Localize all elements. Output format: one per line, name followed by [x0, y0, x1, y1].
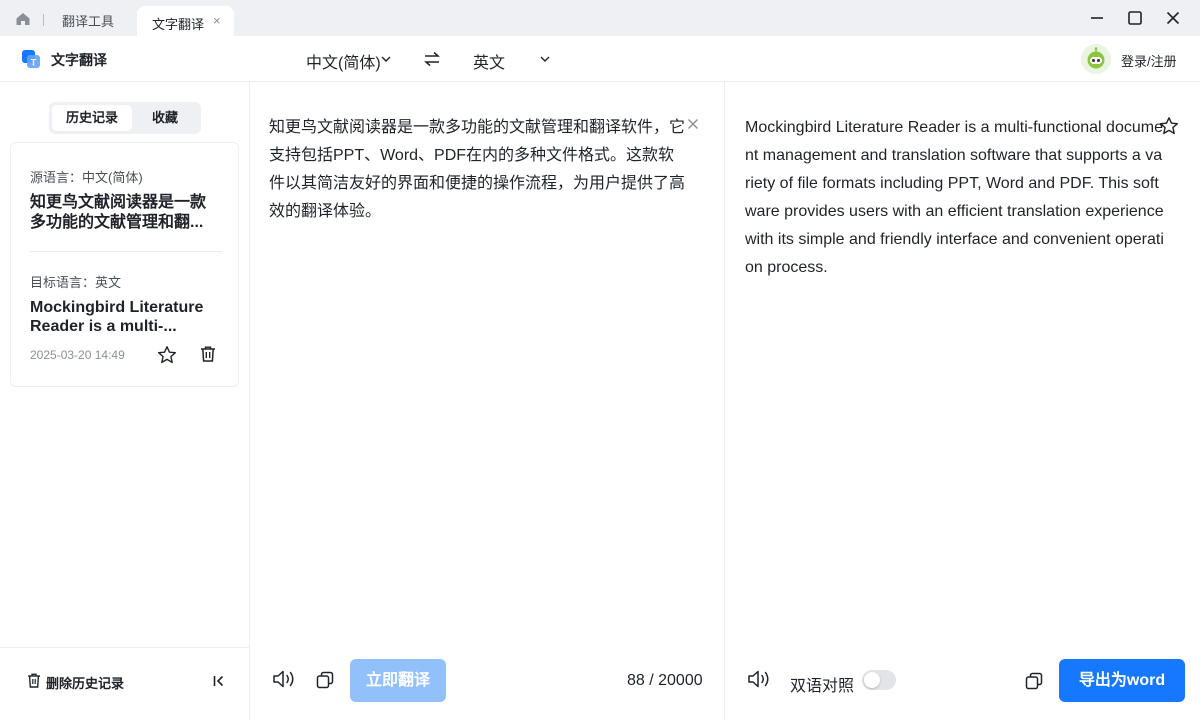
source-text-input[interactable]: 知更鸟文献阅读器是一款多功能的文献管理和翻译软件，它支持包括PPT、Word、P…: [269, 114, 689, 226]
app-logo-icon: T: [22, 50, 40, 68]
svg-text:T: T: [31, 58, 37, 68]
avatar[interactable]: [1081, 44, 1111, 74]
history-source-language: 源语言：中文(简体): [30, 170, 143, 185]
toggle-knob: [864, 672, 880, 688]
target-text-pane: Mockingbird Literature Reader is a multi…: [725, 82, 1200, 720]
app-title: 文字翻译: [51, 52, 107, 68]
favorite-star-icon[interactable]: [1159, 116, 1179, 136]
history-sidebar: 历史记录 收藏 源语言：中文(简体) 知更鸟文献阅读器是一款多功能的文献管理和翻…: [0, 82, 250, 720]
history-favorites-toggle: 历史记录 收藏: [49, 102, 201, 134]
chevron-down-icon[interactable]: [380, 53, 392, 65]
source-text-pane: 知更鸟文献阅读器是一款多功能的文献管理和翻译软件，它支持包括PPT、Word、P…: [250, 82, 725, 720]
tab-text-translation[interactable]: 文字翻译 ×: [137, 6, 234, 36]
favorite-star-icon[interactable]: [157, 345, 177, 365]
copy-icon[interactable]: [316, 671, 334, 689]
tab-close-icon[interactable]: ×: [213, 13, 221, 28]
bilingual-compare-toggle[interactable]: [862, 670, 896, 690]
chevron-down-icon[interactable]: [539, 53, 551, 65]
target-language-select[interactable]: 英文: [473, 49, 505, 73]
history-timestamp: 2025-03-20 14:49: [30, 348, 125, 362]
maximize-icon[interactable]: [1126, 9, 1144, 27]
export-word-button[interactable]: 导出为word: [1059, 659, 1185, 702]
bilingual-compare-label: 双语对照: [790, 678, 855, 695]
sidebar-footer-divider: [0, 647, 249, 648]
trash-icon: [28, 673, 40, 688]
speaker-icon[interactable]: [747, 668, 773, 690]
minimize-icon[interactable]: [1088, 9, 1106, 27]
tab-text-translation-label: 文字翻译: [152, 17, 205, 32]
swap-languages-icon[interactable]: [423, 50, 441, 68]
translated-text: Mockingbird Literature Reader is a multi…: [745, 119, 1164, 276]
tab-translation-tools[interactable]: 翻译工具: [62, 11, 114, 30]
login-register-link[interactable]: 登录/注册: [1121, 51, 1177, 70]
tab-history[interactable]: 历史记录: [52, 105, 132, 131]
speaker-icon[interactable]: [272, 668, 298, 690]
title-bar: 翻译工具 文字翻译 ×: [0, 0, 1200, 36]
history-target-text: Mockingbird Literature Reader is a multi…: [30, 299, 204, 335]
tab-favorites[interactable]: 收藏: [132, 105, 198, 131]
translate-now-button[interactable]: 立即翻译: [350, 659, 446, 702]
history-source-text: 知更鸟文献阅读器是一款多功能的文献管理和翻...: [30, 194, 207, 231]
close-window-icon[interactable]: [1164, 9, 1182, 27]
app-header: T 文字翻译 中文(简体) 英文 登录/注册: [0, 36, 1200, 82]
history-target-language: 目标语言：英文: [30, 275, 122, 290]
trash-icon[interactable]: [199, 345, 217, 363]
tab-separator: [43, 14, 44, 26]
history-card-divider: [30, 251, 222, 252]
collapse-sidebar-icon[interactable]: [211, 673, 227, 689]
clear-text-icon[interactable]: [686, 117, 700, 131]
delete-history-label: 删除历史记录: [46, 676, 125, 691]
copy-icon[interactable]: [1025, 672, 1043, 690]
history-card[interactable]: 源语言：中文(简体) 知更鸟文献阅读器是一款多功能的文献管理和翻... 目标语言…: [10, 142, 239, 387]
character-count: 88 / 20000: [627, 672, 703, 689]
home-icon[interactable]: [14, 10, 32, 28]
source-language-select[interactable]: 中文(简体): [306, 49, 381, 73]
